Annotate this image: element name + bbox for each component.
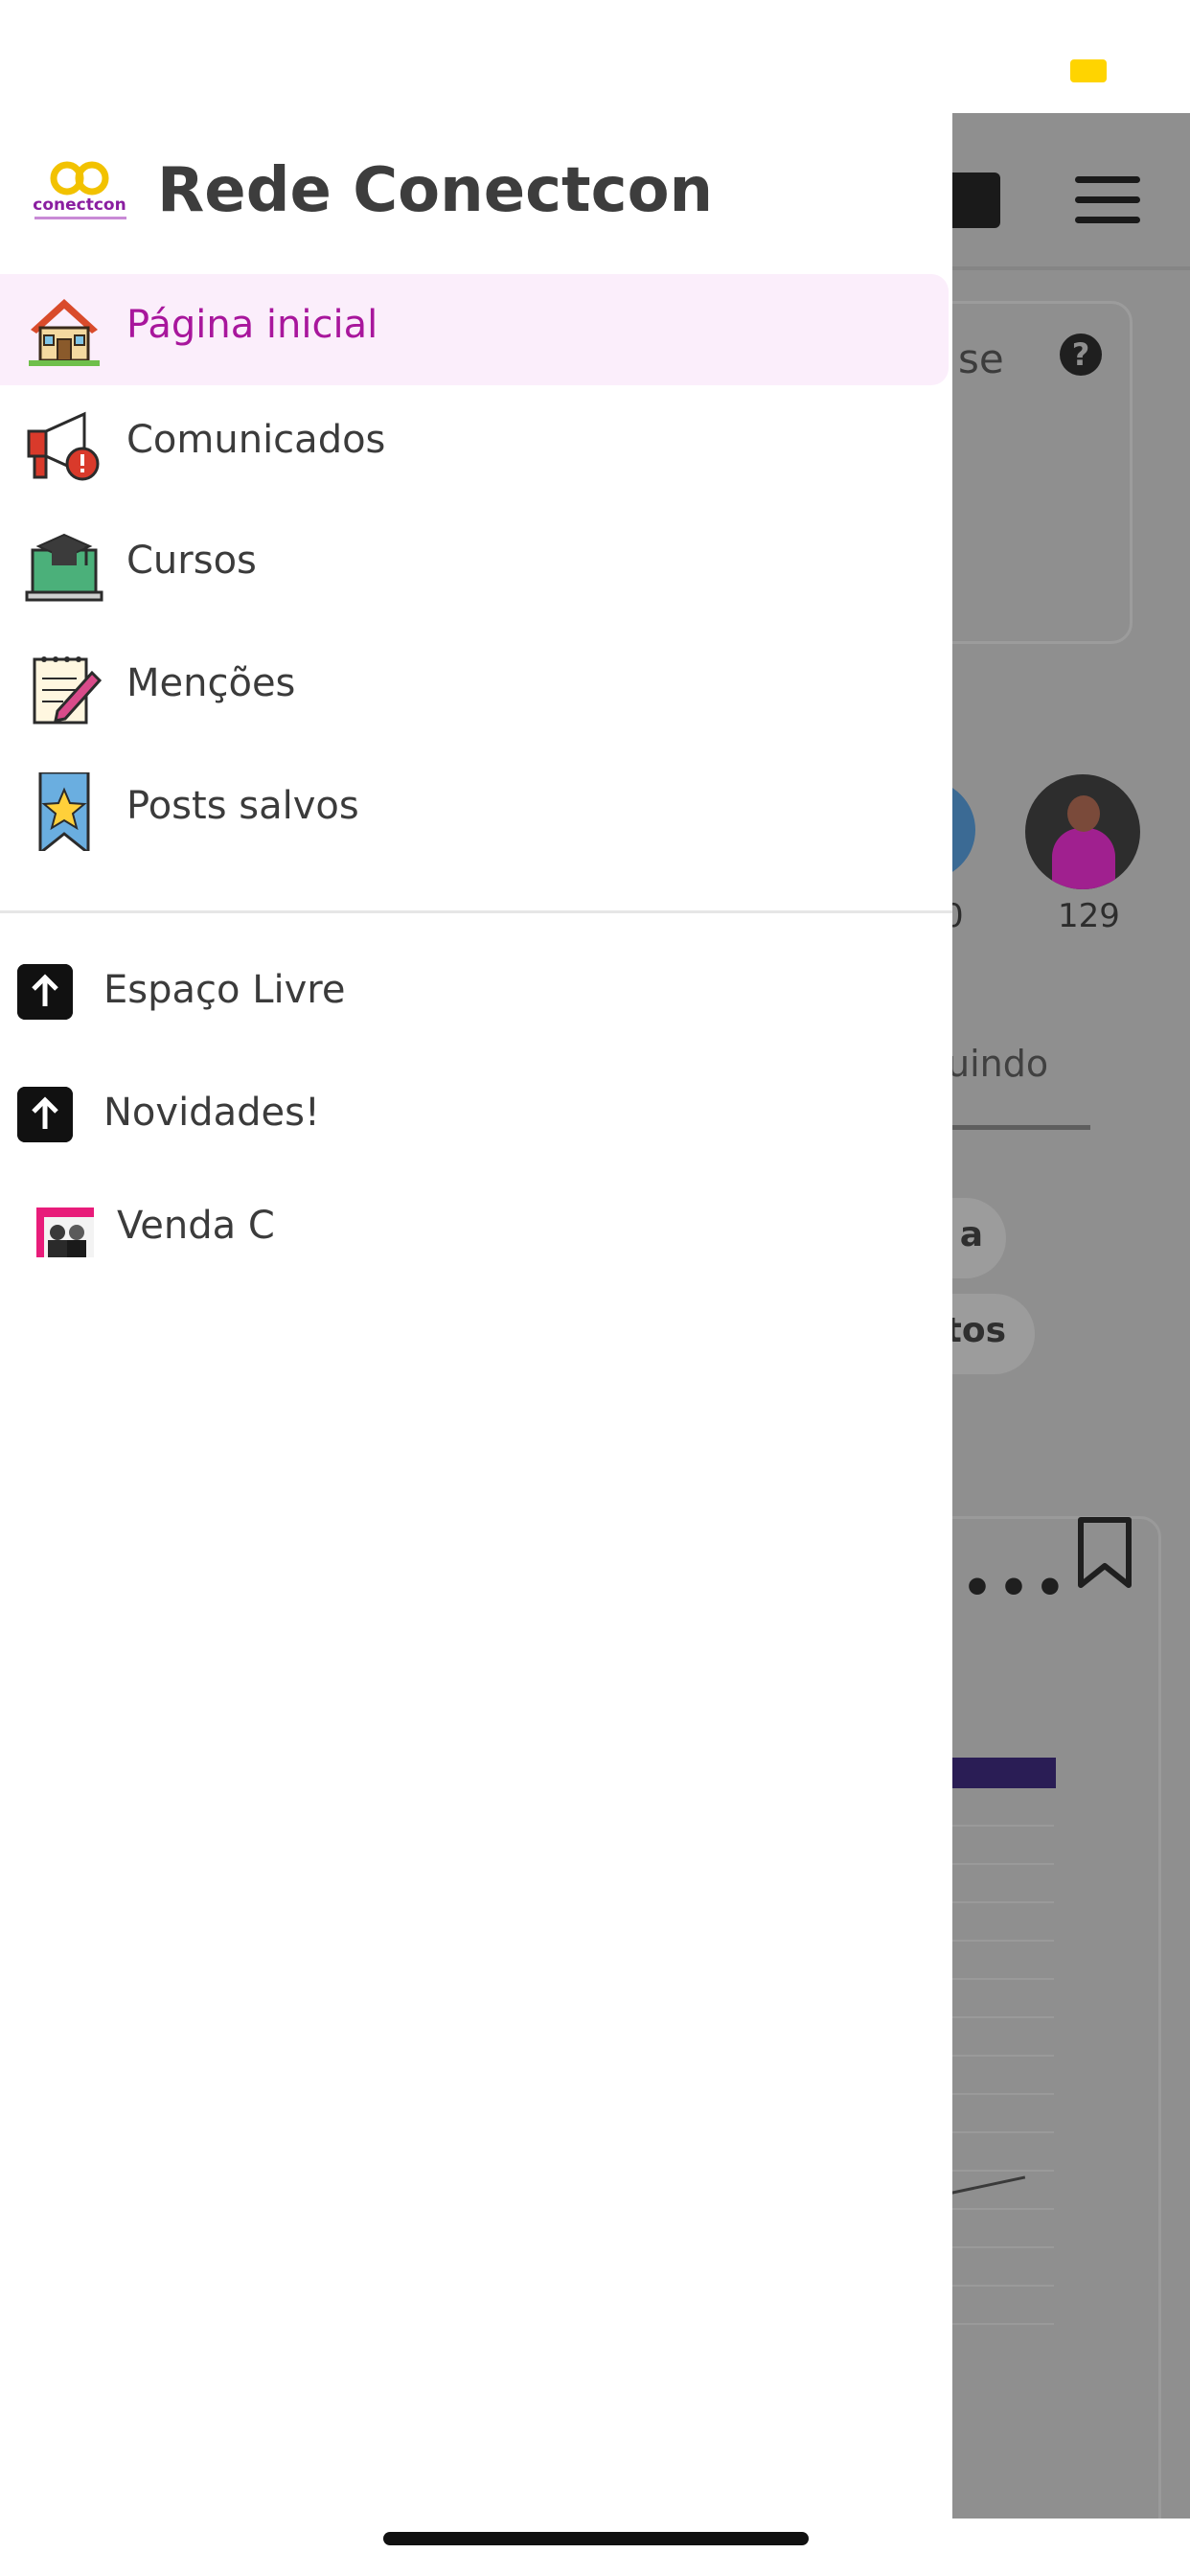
space-item-espaco-livre[interactable]: Espaço Livre xyxy=(0,941,949,1037)
menu-item-courses[interactable]: Cursos xyxy=(0,510,949,621)
help-icon: ? xyxy=(1060,334,1102,376)
menu-item-mentions[interactable]: Menções xyxy=(0,632,949,744)
tab-underline xyxy=(952,1125,1090,1130)
menu-item-announcements[interactable]: Comunicados xyxy=(0,389,949,500)
space-item-venda-c[interactable]: Venda C xyxy=(0,1184,949,1280)
menu-item-label: Página inicial xyxy=(126,303,378,347)
space-item-label: Espaço Livre xyxy=(103,968,346,1012)
menu-item-label: Posts salvos xyxy=(126,784,359,828)
filter-chip-label: a xyxy=(959,1215,983,1254)
bookmark-star-icon xyxy=(38,772,90,851)
space-item-label: Venda C xyxy=(117,1204,275,1248)
space-item-novidades[interactable]: Novidades! xyxy=(0,1064,949,1160)
arrow-up-icon xyxy=(17,1087,73,1142)
app-title: Rede Conectcon xyxy=(157,155,714,226)
header-divider xyxy=(952,266,1190,270)
story-avatar xyxy=(952,780,975,880)
arrow-up-icon xyxy=(17,964,73,1020)
house-icon xyxy=(29,299,100,366)
background-app-overlay[interactable]: se ? 0 129 uindo a tos ••• xyxy=(952,113,1190,2518)
notepad-pen-icon xyxy=(33,656,103,724)
composer-placeholder-partial: se xyxy=(958,335,1004,382)
menu-item-label: Comunicados xyxy=(126,418,386,462)
filter-chip: a xyxy=(952,1198,1006,1278)
bookmark-icon xyxy=(1078,1517,1132,1588)
logo-infinity-icon xyxy=(50,161,109,196)
megaphone-icon xyxy=(27,411,100,481)
chat-icon xyxy=(952,172,1000,228)
logo-text: conectcon xyxy=(33,196,126,215)
post-image xyxy=(952,1788,1054,2363)
filter-chip: tos xyxy=(952,1294,1035,1374)
menu-item-saved-posts[interactable]: Posts salvos xyxy=(0,755,949,866)
tab-following: uindo xyxy=(952,1043,1049,1085)
navigation-drawer: conectcon Rede Conectcon Página inicial … xyxy=(0,113,952,2518)
story-avatar xyxy=(1025,774,1140,889)
post-image-header xyxy=(952,1758,1056,1788)
menu-item-label: Cursos xyxy=(126,539,257,583)
more-options-icon: ••• xyxy=(962,1560,1071,1616)
graduation-laptop-icon xyxy=(25,533,103,602)
home-indicator[interactable] xyxy=(383,2532,809,2545)
hamburger-menu-icon xyxy=(1075,176,1142,224)
story-count: 129 xyxy=(1058,897,1120,935)
space-item-label: Novidades! xyxy=(103,1091,320,1135)
menu-item-home[interactable]: Página inicial xyxy=(0,274,949,385)
status-indicator xyxy=(1070,59,1107,82)
conectcon-logo: conectcon xyxy=(29,161,130,230)
drawer-header: conectcon Rede Conectcon xyxy=(0,113,952,266)
menu-item-label: Menções xyxy=(126,661,296,705)
logo-tagline xyxy=(34,217,126,219)
filter-chip-label: tos xyxy=(952,1311,1006,1350)
venda-thumbnail xyxy=(36,1208,94,1257)
drawer-divider xyxy=(0,910,952,913)
story-count: 0 xyxy=(952,897,964,935)
